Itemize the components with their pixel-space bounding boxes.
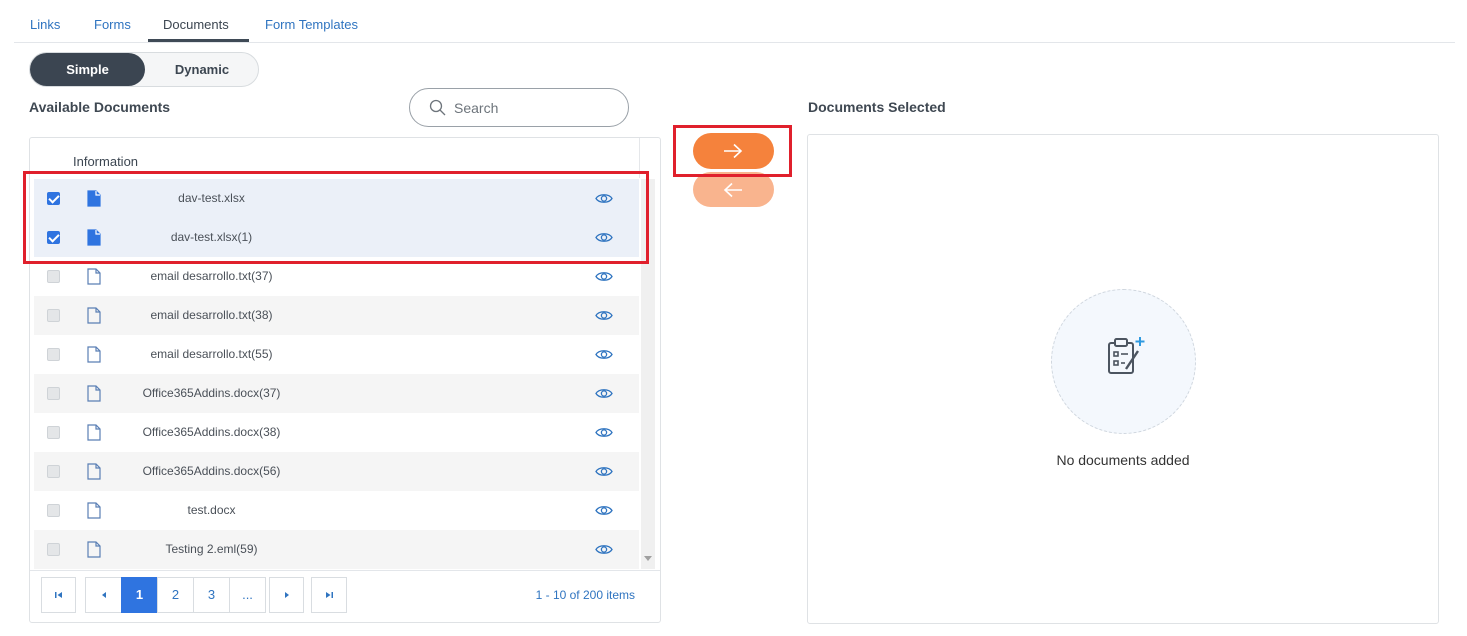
empty-state-illustration	[1051, 289, 1196, 434]
previous-page-button[interactable]	[85, 577, 122, 613]
file-icon	[87, 463, 101, 480]
tab-links[interactable]: Links	[30, 17, 60, 32]
document-name: Office365Addins.docx(37)	[142, 386, 281, 400]
arrow-right-icon	[724, 143, 743, 159]
row-checkbox[interactable]	[47, 231, 60, 244]
empty-state-message: No documents added	[1056, 452, 1190, 468]
file-icon	[87, 190, 101, 207]
row-checkbox[interactable]	[47, 465, 60, 478]
next-page-icon	[284, 592, 289, 598]
add-selected-button[interactable]	[693, 133, 774, 169]
row-checkbox[interactable]	[47, 387, 60, 400]
document-name: email desarrollo.txt(37)	[150, 269, 273, 283]
first-page-icon	[54, 592, 62, 598]
file-icon	[87, 541, 101, 558]
table-row[interactable]: Office365Addins.docx(56)	[34, 452, 639, 491]
row-checkbox[interactable]	[47, 270, 60, 283]
tab-documents[interactable]: Documents	[163, 17, 229, 32]
active-tab-indicator	[148, 39, 249, 42]
arrow-left-icon	[723, 182, 742, 198]
document-name: dav-test.xlsx(1)	[170, 230, 253, 244]
eye-icon[interactable]	[595, 192, 613, 205]
document-name: Testing 2.eml(59)	[165, 542, 258, 556]
file-icon	[87, 229, 101, 246]
table-row[interactable]: Testing 2.eml(59)	[34, 530, 639, 569]
document-name: Office365Addins.docx(56)	[142, 464, 281, 478]
available-documents-grid: Information dav-test.xlsx dav-test.xlsx(1…	[29, 137, 661, 623]
first-page-button[interactable]	[41, 577, 76, 613]
file-icon	[87, 346, 101, 363]
dynamic-mode-button[interactable]: Dynamic	[145, 53, 259, 86]
eye-icon[interactable]	[595, 309, 613, 322]
search-input[interactable]	[454, 98, 614, 118]
grid-scrollbar[interactable]	[641, 179, 655, 569]
eye-icon[interactable]	[595, 270, 613, 283]
row-checkbox[interactable]	[47, 426, 60, 439]
last-page-icon	[326, 592, 333, 598]
eye-icon[interactable]	[595, 543, 613, 556]
search-box	[409, 88, 629, 127]
documents-selected-title: Documents Selected	[808, 99, 946, 115]
document-rows: dav-test.xlsx dav-test.xlsx(1) email desar…	[34, 179, 639, 569]
eye-icon[interactable]	[595, 426, 613, 439]
row-checkbox[interactable]	[47, 348, 60, 361]
tab-bar: Links Forms Documents Form Templates	[14, 0, 1455, 43]
row-checkbox[interactable]	[47, 543, 60, 556]
file-icon	[87, 307, 101, 324]
clipboard-add-icon	[1108, 337, 1145, 374]
table-row[interactable]: email desarrollo.txt(55)	[34, 335, 639, 374]
file-icon	[87, 268, 101, 285]
table-row[interactable]: Office365Addins.docx(38)	[34, 413, 639, 452]
next-page-button[interactable]	[269, 577, 304, 613]
information-column-header[interactable]: Information	[73, 154, 138, 169]
page-2-button[interactable]: 2	[157, 577, 194, 613]
document-name: test.docx	[187, 503, 236, 517]
available-documents-title: Available Documents	[29, 99, 171, 115]
scroll-down-arrow-icon[interactable]	[644, 556, 652, 561]
table-row[interactable]: dav-test.xlsx(1)	[34, 218, 639, 257]
table-row[interactable]: email desarrollo.txt(37)	[34, 257, 639, 296]
tab-forms[interactable]: Forms	[94, 17, 131, 32]
last-page-button[interactable]	[311, 577, 347, 613]
previous-page-icon	[101, 592, 106, 598]
remove-selected-button[interactable]	[693, 172, 774, 207]
pager: 1 2 3 ... 1 - 10 of 200 items	[30, 570, 660, 622]
pager-info: 1 - 10 of 200 items	[535, 588, 635, 602]
document-name: email desarrollo.txt(55)	[150, 347, 273, 361]
table-row[interactable]: email desarrollo.txt(38)	[34, 296, 639, 335]
table-row[interactable]: test.docx	[34, 491, 639, 530]
document-name: Office365Addins.docx(38)	[142, 425, 281, 439]
tab-form-templates[interactable]: Form Templates	[265, 17, 358, 32]
table-row[interactable]: Office365Addins.docx(37)	[34, 374, 639, 413]
row-checkbox[interactable]	[47, 192, 60, 205]
row-checkbox[interactable]	[47, 309, 60, 322]
row-checkbox[interactable]	[47, 504, 60, 517]
page-1-button[interactable]: 1	[121, 577, 158, 613]
file-icon	[87, 424, 101, 441]
eye-icon[interactable]	[595, 504, 613, 517]
document-name: email desarrollo.txt(38)	[150, 308, 273, 322]
search-icon	[429, 99, 446, 116]
table-row[interactable]: dav-test.xlsx	[34, 179, 639, 218]
page-3-button[interactable]: 3	[193, 577, 230, 613]
grid-header: Information	[30, 138, 640, 178]
file-icon	[87, 502, 101, 519]
mode-toggle: Simple Dynamic	[29, 52, 259, 87]
eye-icon[interactable]	[595, 231, 613, 244]
eye-icon[interactable]	[595, 465, 613, 478]
file-icon	[87, 385, 101, 402]
more-pages-button[interactable]: ...	[229, 577, 266, 613]
document-name: dav-test.xlsx	[178, 191, 245, 205]
eye-icon[interactable]	[595, 387, 613, 400]
eye-icon[interactable]	[595, 348, 613, 361]
simple-mode-button[interactable]: Simple	[30, 53, 145, 86]
selected-documents-panel: No documents added	[807, 134, 1439, 624]
